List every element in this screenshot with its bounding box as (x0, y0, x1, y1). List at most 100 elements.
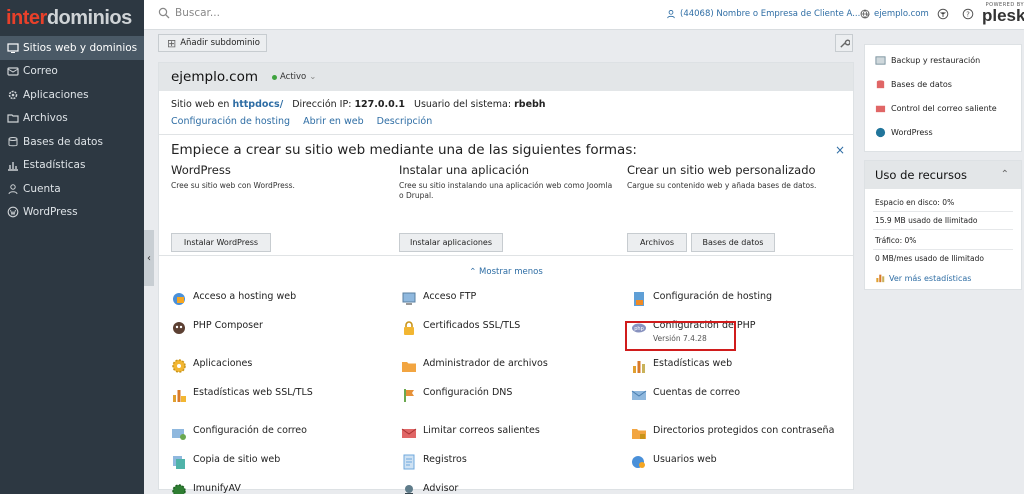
tool-limit-outgoing-mail[interactable]: Limitar correos salientes (401, 425, 540, 441)
mail-icon (631, 387, 647, 403)
tool-web-users[interactable]: Usuarios web (631, 454, 717, 470)
hosting-access-icon (171, 291, 187, 307)
domain-title: ejemplo.com (171, 69, 258, 85)
divider (159, 255, 853, 256)
advisor-icon (401, 483, 417, 494)
divider (873, 211, 1013, 212)
tool-dns-settings[interactable]: Configuración DNS (401, 387, 512, 403)
mail-icon (6, 65, 19, 78)
more-statistics-link[interactable]: Ver más estadísticas (875, 273, 971, 283)
chart-ssl-icon (171, 387, 187, 403)
tool-imunifyav[interactable]: ImunifyAV (171, 483, 241, 494)
start-option-application: Instalar una aplicación Cree su sitio in… (399, 163, 613, 200)
sidebar-item-mail[interactable]: Correo (0, 60, 144, 84)
backup-icon (875, 56, 886, 65)
status-badge[interactable]: Activo ⌄ (271, 72, 317, 82)
tool-ftp-access[interactable]: Acceso FTP (401, 291, 476, 307)
tool-applications[interactable]: Aplicaciones (171, 358, 252, 374)
chevron-down-icon: ⌄ (309, 72, 317, 82)
sidebar-collapse-handle[interactable]: ‹ (144, 230, 154, 286)
user-icon (6, 182, 19, 195)
site-links: Configuración de hosting Abrir en web De… (171, 116, 442, 127)
tool-website-copy[interactable]: Copia de sitio web (171, 454, 280, 470)
start-section-title: Empiece a crear su sitio web mediante un… (171, 142, 637, 158)
search-icon (158, 7, 170, 19)
quick-links-panel: Backup y restauración Bases de datos Con… (864, 44, 1022, 152)
tool-mail-accounts[interactable]: Cuentas de correo (631, 387, 740, 403)
plus-icon: ⊞ (167, 36, 177, 50)
composer-icon (171, 320, 187, 336)
sidebar-item-databases[interactable]: Bases de datos (0, 130, 144, 154)
close-icon[interactable]: × (835, 143, 845, 157)
sidebar: interdominios Sitios web y dominios Corr… (0, 0, 144, 494)
highlight-box (625, 321, 736, 351)
outgoing-mail-control-link[interactable]: Control del correo saliente (875, 103, 997, 114)
tool-php-composer[interactable]: PHP Composer (171, 320, 263, 336)
install-applications-button[interactable]: Instalar aplicaciones (399, 233, 503, 252)
logs-icon (401, 454, 417, 470)
updates-icon[interactable] (937, 8, 949, 23)
chart-icon (6, 159, 19, 172)
database-icon (876, 80, 885, 89)
tool-mail-settings[interactable]: Configuración de correo (171, 425, 307, 441)
globe-icon (860, 9, 870, 19)
chevron-up-icon: ⌃ (1000, 169, 1009, 180)
domain-selector[interactable]: ejemplo.com (860, 9, 929, 19)
tool-protected-directories[interactable]: Directorios protegidos con contraseña (631, 425, 834, 441)
domain-card-header: ejemplo.com Activo ⌄ (159, 63, 853, 91)
help-icon[interactable]: ? (962, 8, 974, 23)
divider (873, 249, 1013, 250)
divider (873, 229, 1013, 230)
backup-link[interactable]: Backup y restauración (875, 55, 980, 66)
account-menu[interactable]: (44068) Nombre o Empresa de Cliente A...… (666, 9, 871, 19)
wordpress-icon (875, 127, 886, 138)
tool-web-statistics-ssl[interactable]: Estadísticas web SSL/TLS (171, 387, 313, 403)
tool-logs[interactable]: Registros (401, 454, 467, 470)
httpdocs-link[interactable]: httpdocs/ (232, 99, 283, 110)
tool-file-manager[interactable]: Administrador de archivos (401, 358, 548, 374)
domain-card: ejemplo.com Activo ⌄ Sitio web en httpdoc… (158, 62, 854, 494)
mail-icon (875, 105, 886, 113)
resource-usage-header[interactable]: Uso de recursos ⌃ (865, 161, 1021, 189)
sidebar-item-applications[interactable]: Aplicaciones (0, 83, 144, 107)
search-input[interactable]: Buscar... (158, 7, 220, 19)
databases-link[interactable]: Bases de datos (875, 79, 952, 90)
sidebar-item-files[interactable]: Archivos (0, 107, 144, 131)
tool-web-statistics[interactable]: Estadísticas web (631, 358, 732, 374)
add-subdomain-button[interactable]: ⊞ Añadir subdominio (158, 34, 267, 52)
show-less-link[interactable]: ⌃ Mostrar menos (159, 267, 853, 277)
disk-usage-label: Espacio en disco: 0% (875, 198, 955, 207)
sidebar-item-statistics[interactable]: Estadísticas (0, 154, 144, 178)
chart-icon (876, 274, 885, 283)
dns-icon (401, 387, 417, 403)
resource-usage-panel: Uso de recursos ⌃ Espacio en disco: 0% 15… (864, 160, 1022, 290)
install-wordpress-button[interactable]: Instalar WordPress (171, 233, 271, 252)
open-in-web-link[interactable]: Abrir en web (303, 116, 364, 127)
tool-ssl-certificates[interactable]: Certificados SSL/TLS (401, 320, 520, 336)
description-link[interactable]: Descripción (377, 116, 433, 127)
divider (159, 134, 853, 135)
plesk-logo: POWERED BY plesk (982, 2, 1024, 25)
traffic-label: Tráfico: 0% (875, 236, 917, 245)
sidebar-item-wordpress[interactable]: WordPress (0, 201, 144, 225)
topbar: Buscar... (44068) Nombre o Empresa de Cl… (144, 0, 1024, 30)
brand-logo[interactable]: interdominios (0, 0, 144, 36)
hosting-settings-link[interactable]: Configuración de hosting (171, 116, 290, 127)
databases-button[interactable]: Bases de datos (691, 233, 775, 252)
status-dot-icon (271, 74, 277, 80)
wrench-icon[interactable] (835, 34, 853, 52)
database-icon (6, 135, 19, 148)
copy-icon (171, 454, 187, 470)
mail-settings-icon (171, 425, 187, 441)
gear-icon (6, 88, 19, 101)
lock-icon (401, 320, 417, 336)
tool-advisor[interactable]: Advisor (401, 483, 458, 494)
protected-folder-icon (631, 425, 647, 441)
sidebar-item-account[interactable]: Cuenta (0, 177, 144, 201)
tool-hosting-settings[interactable]: Configuración de hosting (631, 291, 772, 307)
sidebar-item-websites[interactable]: Sitios web y dominios (0, 36, 144, 60)
tool-hosting-access[interactable]: Acceso a hosting web (171, 291, 296, 307)
files-button[interactable]: Archivos (627, 233, 687, 252)
wordpress-link[interactable]: WordPress (875, 127, 933, 138)
folder-icon (401, 358, 417, 374)
